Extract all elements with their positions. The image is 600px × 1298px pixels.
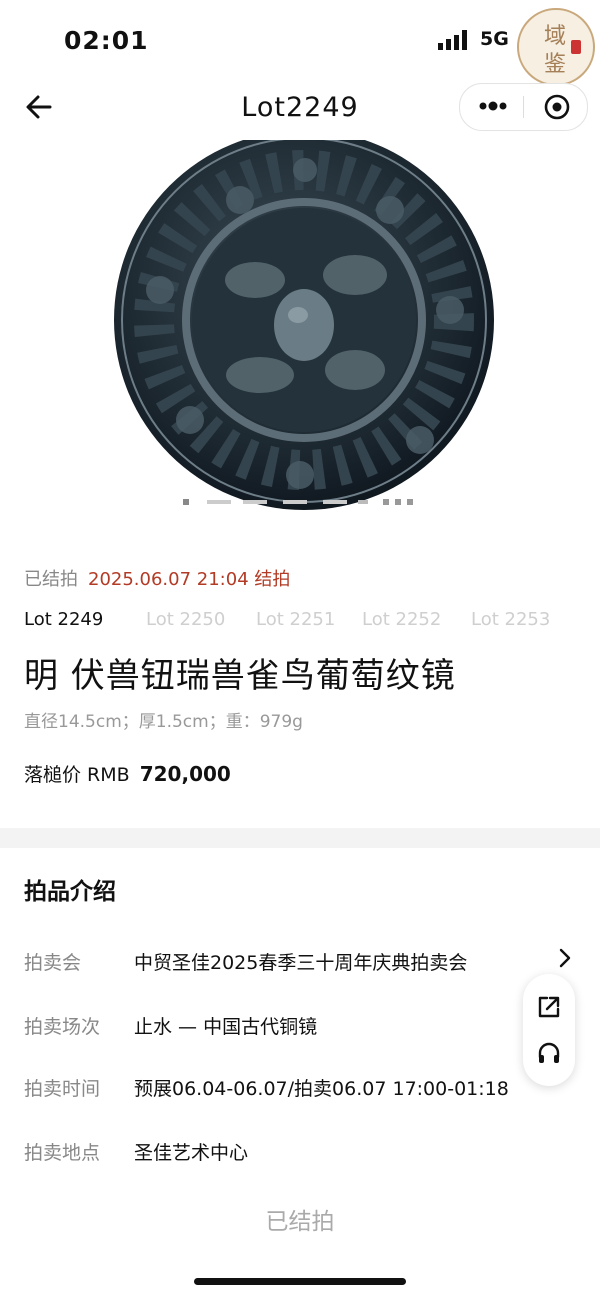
auction-status: 已结拍 2025.06.07 21:04 结拍 [24,565,290,591]
floating-toolbar [523,974,575,1086]
lot-tab-2253[interactable]: Lot 2253 [471,609,550,630]
sold-date: 2025.06.07 21:04 结拍 [88,569,291,590]
nav-bar: Lot2249 [0,80,600,136]
price-value: 720,000 [139,762,231,786]
row-value: 中贸圣佳2025春季三十周年庆典拍卖会 [134,952,468,974]
intro-row-location: 拍卖地点 圣佳艺术中心 [0,1138,600,1178]
lot-tab-2251[interactable]: Lot 2251 [256,609,335,630]
watermark-char-2: 鉴 [544,52,567,77]
section-divider [0,828,600,848]
lot-tab-2249[interactable]: Lot 2249 [24,609,103,630]
row-value: 圣佳艺术中心 [134,1142,249,1164]
seal-stamp [571,40,581,54]
watermark-seal: 域 鉴 [517,8,595,86]
mini-program-capsule [459,83,588,131]
lot-tabs: Lot 2249 Lot 2250 Lot 2251 Lot 2252 Lot … [0,604,600,638]
tabs-fade [560,604,600,638]
price-label: 落槌价 RMB [24,764,130,786]
share-icon[interactable] [536,994,562,1020]
bronze-mirror-image [114,130,494,510]
home-indicator[interactable] [194,1278,406,1285]
sold-label: 已结拍 [24,569,78,590]
row-value: 止水 — 中国古代铜镜 [134,1016,318,1038]
intro-title: 拍品介绍 [24,879,116,905]
status-time: 02:01 [64,26,149,55]
carousel-indicator [183,499,413,505]
network-label: 5G [480,28,509,50]
lot-name: 明 伏兽钮瑞兽雀鸟葡萄纹镜 [24,656,456,696]
intro-row-session: 拍卖场次 止水 — 中国古代铜镜 [0,1012,600,1052]
intro-row-auction[interactable]: 拍卖会 中贸圣佳2025春季三十周年庆典拍卖会 [0,948,600,988]
customer-service-icon[interactable] [536,1041,562,1067]
intro-row-time: 拍卖时间 预展06.04-06.07/拍卖06.07 17:00-01:18 [0,1074,600,1114]
chevron-right-icon [559,948,571,968]
row-label: 拍卖场次 [24,1016,101,1038]
row-value: 预展06.04-06.07/拍卖06.07 17:00-01:18 [134,1078,509,1100]
row-label: 拍卖会 [24,952,82,974]
row-label: 拍卖时间 [24,1078,101,1100]
lot-tab-2250[interactable]: Lot 2250 [146,609,225,630]
lot-specs: 直径14.5cm；厚1.5cm；重：979g [24,712,303,732]
close-miniprogram-icon[interactable] [543,93,571,121]
lot-image-carousel[interactable] [0,130,600,520]
sold-status-button[interactable]: 已结拍 [0,1202,600,1236]
signal-icon [438,30,467,50]
more-dots-icon[interactable] [478,98,508,114]
capsule-divider [523,96,524,118]
lot-tab-2252[interactable]: Lot 2252 [362,609,441,630]
status-bar: 02:01 5G 域 鉴 [0,0,600,86]
hammer-price: 落槌价 RMB 720,000 [24,760,231,787]
row-label: 拍卖地点 [24,1142,101,1164]
